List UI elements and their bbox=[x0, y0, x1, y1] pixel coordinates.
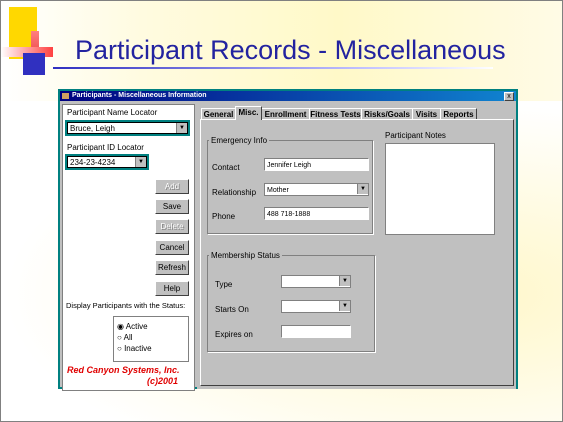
app-window: Participants - Miscellaneous Information… bbox=[58, 89, 518, 391]
radio-inactive[interactable]: ○ Inactive bbox=[117, 344, 152, 353]
relationship-select[interactable]: Mother ▼ bbox=[264, 183, 369, 196]
close-button[interactable]: x bbox=[504, 92, 514, 101]
contact-field[interactable]: Jennifer Leigh bbox=[264, 158, 369, 171]
status-filter-label: Display Participants with the Status: bbox=[66, 301, 186, 310]
starts-on-label: Starts On bbox=[215, 305, 249, 314]
add-button[interactable]: Add bbox=[155, 179, 189, 194]
id-locator-select[interactable]: 234-23-4234 ▼ bbox=[65, 154, 149, 170]
help-button[interactable]: Help bbox=[155, 281, 189, 296]
decor-blue-block bbox=[23, 53, 45, 75]
radio-inactive-label: Inactive bbox=[124, 344, 152, 353]
phone-field[interactable]: 488 718-1888 bbox=[264, 207, 369, 220]
window-title: Participants - Miscellaneous Information bbox=[72, 92, 207, 99]
starts-on-select[interactable]: ▼ bbox=[281, 300, 351, 313]
status-filter-group: ◉ Active ○ All ○ Inactive bbox=[113, 316, 189, 362]
type-select[interactable]: ▼ bbox=[281, 275, 351, 288]
save-button[interactable]: Save bbox=[155, 199, 189, 214]
misc-tab-page: Emergency Info Contact Jennifer Leigh Re… bbox=[200, 119, 514, 386]
detail-area: General Misc. Enrollment Fitness Tests R… bbox=[197, 104, 516, 389]
slide: Participant Records - Miscellaneous Part… bbox=[0, 0, 563, 422]
tab-misc[interactable]: Misc. bbox=[235, 106, 262, 120]
delete-button[interactable]: Delete bbox=[155, 219, 189, 234]
brand-name: Red Canyon Systems, Inc. bbox=[67, 365, 180, 375]
locator-panel: Participant Name Locator Bruce, Leigh ▼ … bbox=[62, 104, 195, 391]
relationship-label: Relationship bbox=[212, 188, 257, 197]
emergency-info-title: Emergency Info bbox=[209, 136, 270, 145]
slide-title: Participant Records - Miscellaneous bbox=[75, 35, 506, 65]
title-underline bbox=[53, 67, 493, 69]
contact-label: Contact bbox=[212, 163, 240, 172]
radio-active[interactable]: ◉ Active bbox=[117, 322, 148, 331]
chevron-down-icon[interactable]: ▼ bbox=[176, 123, 187, 133]
radio-all[interactable]: ○ All bbox=[117, 333, 133, 342]
relationship-value: Mother bbox=[267, 187, 289, 194]
participant-notes-field[interactable] bbox=[385, 143, 495, 235]
cancel-button[interactable]: Cancel bbox=[155, 240, 189, 255]
expires-on-label: Expires on bbox=[215, 330, 253, 339]
app-icon bbox=[62, 93, 69, 99]
id-locator-label: Participant ID Locator bbox=[67, 143, 144, 152]
phone-label: Phone bbox=[212, 212, 236, 221]
window-titlebar[interactable]: Participants - Miscellaneous Information… bbox=[60, 91, 516, 101]
refresh-button[interactable]: Refresh bbox=[155, 260, 189, 275]
name-locator-value: Bruce, Leigh bbox=[70, 124, 115, 133]
membership-status-title: Membership Status bbox=[209, 251, 282, 260]
id-locator-value: 234-23-4234 bbox=[70, 158, 116, 167]
name-locator-label: Participant Name Locator bbox=[67, 108, 158, 117]
type-label: Type bbox=[215, 280, 233, 289]
name-locator-select[interactable]: Bruce, Leigh ▼ bbox=[65, 120, 190, 136]
chevron-down-icon[interactable]: ▼ bbox=[135, 157, 146, 167]
participant-notes-label: Participant Notes bbox=[385, 131, 446, 140]
brand-copyright: (c)2001 bbox=[147, 376, 179, 386]
chevron-down-icon[interactable]: ▼ bbox=[339, 276, 350, 286]
radio-all-label: All bbox=[123, 333, 133, 342]
expires-on-field[interactable] bbox=[281, 325, 351, 338]
radio-active-label: Active bbox=[125, 322, 148, 331]
chevron-down-icon[interactable]: ▼ bbox=[339, 301, 350, 311]
chevron-down-icon[interactable]: ▼ bbox=[357, 184, 368, 194]
